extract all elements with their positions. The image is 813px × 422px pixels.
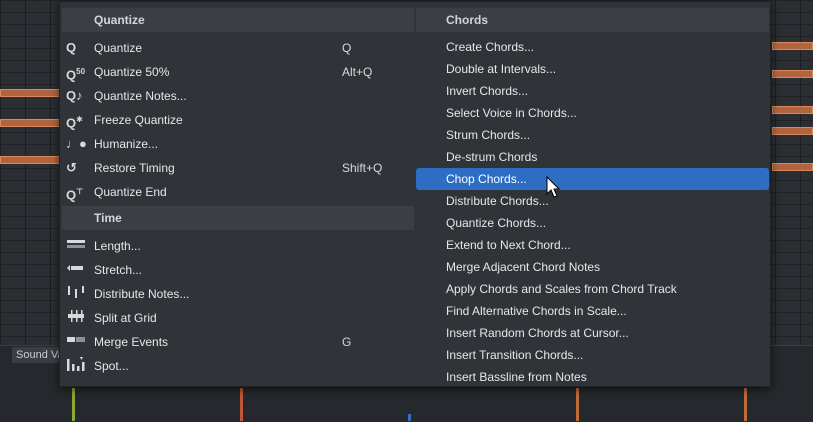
menu-item-quantize[interactable]: Q Quantize Q bbox=[62, 36, 414, 60]
menu-item-label: Quantize bbox=[94, 41, 143, 55]
menu-item-chop-chords[interactable]: Chop Chords... bbox=[416, 168, 769, 190]
menu-item-length[interactable]: Length... bbox=[62, 234, 414, 258]
menu-item-distribute-notes[interactable]: Distribute Notes... bbox=[62, 282, 414, 306]
context-menu: Quantize Q Quantize Q Q50 Quantize 50% A… bbox=[59, 1, 771, 387]
freeze-quantize-icon: Q✱ bbox=[66, 115, 83, 131]
menu-item-freeze-quantize[interactable]: Q✱ Freeze Quantize bbox=[62, 108, 414, 132]
menu-item-quantize-end[interactable]: Q⊤ Quantize End bbox=[62, 180, 414, 204]
section-header-time: Time bbox=[62, 206, 414, 230]
restore-timing-icon: ↺ bbox=[66, 160, 77, 175]
menu-item-label: Humanize... bbox=[94, 137, 159, 151]
length-icon bbox=[66, 237, 88, 255]
quantize-icon: Q bbox=[66, 40, 77, 55]
velocity-bar[interactable] bbox=[576, 388, 579, 421]
midi-note[interactable] bbox=[0, 119, 60, 127]
menu-item-select-voice-in-chords[interactable]: Select Voice in Chords... bbox=[416, 102, 769, 124]
menu-item-label: Length... bbox=[94, 239, 141, 253]
menu-item-label: Stretch... bbox=[94, 263, 143, 277]
menu-item-label: Restore Timing bbox=[94, 161, 175, 175]
menu-item-split-at-grid[interactable]: Split at Grid bbox=[62, 306, 414, 330]
shortcut-label: G bbox=[342, 335, 352, 349]
menu-item-label: Quantize Notes... bbox=[94, 89, 187, 103]
menu-item-humanize[interactable]: ♩● Humanize... bbox=[62, 132, 414, 156]
menu-item-label: Freeze Quantize bbox=[94, 113, 183, 127]
menu-item-create-chords[interactable]: Create Chords... bbox=[416, 36, 769, 58]
menu-item-label: Merge Events bbox=[94, 335, 169, 349]
quantize-end-icon: Q⊤ bbox=[66, 187, 84, 203]
stretch-icon bbox=[66, 261, 88, 279]
velocity-bar[interactable] bbox=[408, 414, 411, 421]
midi-note[interactable] bbox=[0, 156, 60, 164]
midi-note[interactable] bbox=[772, 70, 813, 78]
midi-note[interactable] bbox=[0, 89, 60, 97]
menu-item-apply-chords-and-scales[interactable]: Apply Chords and Scales from Chord Track bbox=[416, 278, 769, 300]
menu-item-quantize-chords[interactable]: Quantize Chords... bbox=[416, 212, 769, 234]
menu-item-label: Quantize 50% bbox=[94, 65, 170, 79]
menu-item-quantize-50[interactable]: Q50 Quantize 50% Alt+Q bbox=[62, 60, 414, 84]
split-at-grid-icon bbox=[66, 309, 88, 327]
menu-item-insert-random-chords[interactable]: Insert Random Chords at Cursor... bbox=[416, 322, 769, 344]
menu-item-quantize-notes[interactable]: Q♪ Quantize Notes... bbox=[62, 84, 414, 108]
shortcut-label: Alt+Q bbox=[342, 65, 373, 79]
menu-item-distribute-chords[interactable]: Distribute Chords... bbox=[416, 190, 769, 212]
section-header-quantize: Quantize bbox=[62, 8, 414, 32]
quantize-50-icon: Q50 bbox=[66, 67, 86, 83]
menu-item-de-strum-chords[interactable]: De-strum Chords bbox=[416, 146, 769, 168]
menu-right-column: Chords Create Chords... Double at Interv… bbox=[416, 8, 769, 388]
menu-item-spot[interactable]: Spot... bbox=[62, 354, 414, 378]
mouse-pointer-icon bbox=[546, 176, 561, 198]
merge-events-icon bbox=[66, 333, 88, 351]
section-header-chords: Chords bbox=[416, 8, 769, 32]
menu-item-find-alternative-chords[interactable]: Find Alternative Chords in Scale... bbox=[416, 300, 769, 322]
menu-item-insert-transition-chords[interactable]: Insert Transition Chords... bbox=[416, 344, 769, 366]
menu-item-label: Quantize End bbox=[94, 185, 167, 199]
midi-note[interactable] bbox=[772, 127, 813, 135]
humanize-icon: ♩● bbox=[66, 136, 87, 151]
menu-item-insert-bassline-from-notes[interactable]: Insert Bassline from Notes bbox=[416, 366, 769, 388]
velocity-bar[interactable] bbox=[72, 388, 75, 421]
velocity-bar[interactable] bbox=[744, 388, 747, 421]
spot-icon bbox=[66, 357, 88, 375]
midi-note[interactable] bbox=[772, 163, 813, 171]
menu-item-restore-timing[interactable]: ↺ Restore Timing Shift+Q bbox=[62, 156, 414, 180]
menu-item-invert-chords[interactable]: Invert Chords... bbox=[416, 80, 769, 102]
shortcut-label: Q bbox=[342, 41, 352, 55]
menu-item-label: Split at Grid bbox=[94, 311, 157, 325]
shortcut-label: Shift+Q bbox=[342, 161, 383, 175]
midi-note[interactable] bbox=[772, 106, 813, 114]
menu-item-merge-adjacent-chord-notes[interactable]: Merge Adjacent Chord Notes bbox=[416, 256, 769, 278]
velocity-bar[interactable] bbox=[240, 388, 243, 421]
menu-item-label: Spot... bbox=[94, 359, 129, 373]
menu-item-label: Distribute Notes... bbox=[94, 287, 190, 301]
menu-left-column: Quantize Q Quantize Q Q50 Quantize 50% A… bbox=[62, 8, 414, 378]
midi-note[interactable] bbox=[772, 42, 813, 50]
menu-item-merge-events[interactable]: Merge Events G bbox=[62, 330, 414, 354]
menu-item-extend-to-next-chord[interactable]: Extend to Next Chord... bbox=[416, 234, 769, 256]
quantize-notes-icon: Q♪ bbox=[66, 88, 83, 103]
menu-item-stretch[interactable]: Stretch... bbox=[62, 258, 414, 282]
menu-item-strum-chords[interactable]: Strum Chords... bbox=[416, 124, 769, 146]
distribute-notes-icon bbox=[66, 285, 88, 303]
menu-item-double-at-intervals[interactable]: Double at Intervals... bbox=[416, 58, 769, 80]
